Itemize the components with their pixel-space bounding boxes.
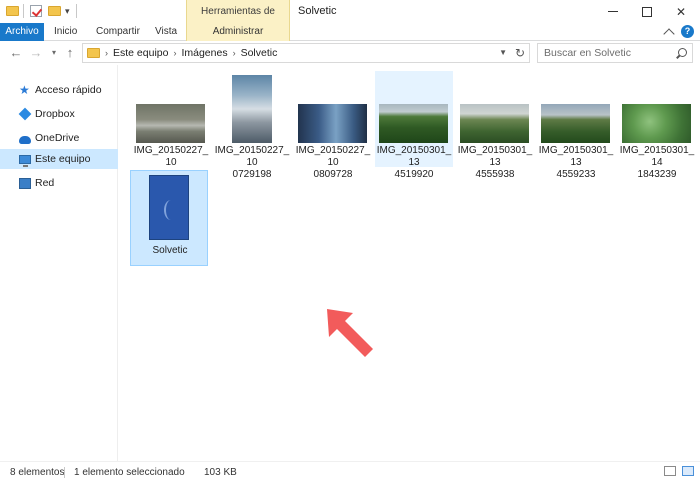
file-name: IMG_20150301_13 4559233: [538, 145, 614, 180]
computer-icon: [19, 155, 31, 167]
chevron-right-icon[interactable]: ›: [233, 44, 236, 62]
back-button[interactable]: ←: [8, 45, 24, 61]
sidebar-item-red[interactable]: Red: [0, 173, 118, 193]
search-placeholder: Buscar en Solvetic: [544, 47, 631, 59]
selection-count: 1 elemento seleccionado: [74, 467, 185, 478]
sidebar-item-label: Red: [35, 177, 55, 189]
annotation-arrow-icon: [327, 309, 373, 357]
refresh-icon[interactable]: ↻: [515, 44, 525, 62]
new-folder-icon[interactable]: [48, 6, 61, 16]
toolbar-divider: [23, 4, 24, 18]
chevron-right-icon[interactable]: ›: [105, 44, 108, 62]
properties-icon[interactable]: [30, 5, 42, 17]
quick-access-toolbar: [6, 3, 19, 19]
file-name: IMG_20150227_10 0809728: [295, 145, 371, 180]
sidebar-item-label: OneDrive: [35, 132, 80, 144]
image-thumbnail: [541, 104, 610, 143]
tab-archivo[interactable]: Archivo: [0, 23, 44, 41]
up-button[interactable]: ↑: [62, 45, 78, 61]
cloud-icon: [19, 135, 31, 144]
breadcrumb: › Este equipo › Imágenes › Solvetic: [105, 44, 277, 62]
file-item[interactable]: IMG_20150227_100552738: [132, 71, 210, 180]
image-thumbnail: [136, 104, 205, 143]
status-bar: 8 elementos 1 elemento seleccionado 103 …: [0, 461, 700, 481]
file-name: IMG_20150301_13 4519920: [376, 145, 452, 180]
file-list: IMG_20150227_100552738 IMG_20150227_1007…: [119, 65, 700, 461]
close-icon: ✕: [675, 4, 687, 19]
window-title: Solvetic: [298, 5, 337, 17]
address-row: ← → ▾ ↑ › Este equipo › Imágenes › Solve…: [0, 41, 700, 65]
breadcrumb-solvetic[interactable]: Solvetic: [241, 44, 278, 62]
recent-locations-button[interactable]: ▾: [46, 45, 62, 61]
navigation-pane: ★ Acceso rápido Dropbox OneDrive Este eq…: [0, 65, 118, 461]
minimize-icon: [608, 11, 618, 12]
file-item-selected[interactable]: Solvetic: [130, 170, 208, 266]
network-icon: [19, 177, 31, 189]
item-count: 8 elementos: [10, 467, 65, 478]
document-thumbnail: [149, 175, 189, 240]
image-thumbnail: [622, 104, 691, 143]
image-thumbnail: [298, 104, 367, 143]
sidebar-item-acceso-rapido[interactable]: ★ Acceso rápido: [0, 80, 118, 100]
file-name: IMG_20150301_13 4555938: [457, 145, 533, 180]
folder-icon: [87, 48, 100, 58]
address-bar[interactable]: › Este equipo › Imágenes › Solvetic ▼ ↻: [82, 43, 530, 63]
help-icon[interactable]: ?: [681, 25, 694, 38]
image-thumbnail: [379, 104, 448, 143]
file-item[interactable]: IMG_20150301_13 4559233: [537, 71, 615, 180]
status-divider: [64, 467, 65, 478]
toolbar-divider: [76, 4, 77, 18]
dropbox-icon: [18, 107, 32, 121]
sidebar-item-label: Acceso rápido: [35, 84, 102, 96]
file-item[interactable]: IMG_20150227_10 0809728: [294, 71, 372, 180]
tab-compartir[interactable]: Compartir: [88, 23, 148, 41]
details-view-button[interactable]: [664, 466, 676, 476]
chevron-right-icon[interactable]: ›: [173, 44, 176, 62]
image-thumbnail: [232, 75, 272, 143]
tab-vista[interactable]: Vista: [147, 23, 185, 41]
close-button[interactable]: ✕: [664, 0, 698, 23]
selection-size: 103 KB: [204, 467, 237, 478]
tab-inicio[interactable]: Inicio: [46, 23, 85, 41]
title-bar: ▾ Herramientas de imagen Solvetic ✕: [0, 0, 700, 40]
file-item[interactable]: IMG_20150301_14 1843239: [618, 71, 696, 180]
file-item[interactable]: IMG_20150227_10 0729198: [213, 71, 291, 180]
sidebar-item-label: Este equipo: [35, 153, 91, 165]
search-icon: [678, 48, 687, 57]
large-icons-view-button[interactable]: [682, 466, 694, 476]
file-name: IMG_20150227_10 0729198: [214, 145, 290, 180]
breadcrumb-este-equipo[interactable]: Este equipo: [113, 44, 168, 62]
sidebar-item-dropbox[interactable]: Dropbox: [0, 104, 118, 124]
image-thumbnail: [460, 104, 529, 143]
collapse-ribbon-icon[interactable]: [663, 27, 675, 40]
file-item[interactable]: IMG_20150301_13 4555938: [456, 71, 534, 180]
customize-toolbar-icon[interactable]: ▾: [65, 6, 70, 17]
forward-button[interactable]: →: [28, 45, 44, 61]
file-name: IMG_20150301_14 1843239: [619, 145, 695, 180]
ribbon-tabs: Archivo Inicio Compartir Vista Administr…: [0, 23, 700, 41]
file-name: Solvetic: [152, 245, 188, 256]
sidebar-item-este-equipo[interactable]: Este equipo: [0, 149, 118, 169]
folder-icon: [6, 6, 19, 16]
sidebar-item-label: Dropbox: [35, 108, 75, 120]
file-item[interactable]: IMG_20150301_13 4519920: [375, 71, 453, 180]
star-icon: ★: [19, 83, 30, 97]
breadcrumb-imagenes[interactable]: Imágenes: [181, 44, 227, 62]
chevron-down-icon[interactable]: ▼: [499, 44, 507, 62]
search-input[interactable]: Buscar en Solvetic: [537, 43, 693, 63]
maximize-button[interactable]: [630, 0, 664, 23]
sidebar-item-onedrive[interactable]: OneDrive: [0, 128, 118, 148]
minimize-button[interactable]: [596, 0, 630, 23]
maximize-icon: [642, 6, 652, 17]
arrow-shape: [327, 309, 373, 357]
logo-watermark-icon: [164, 200, 178, 220]
context-tab-group: Herramientas de imagen: [186, 0, 290, 40]
tab-administrar[interactable]: Administrar: [186, 23, 290, 41]
